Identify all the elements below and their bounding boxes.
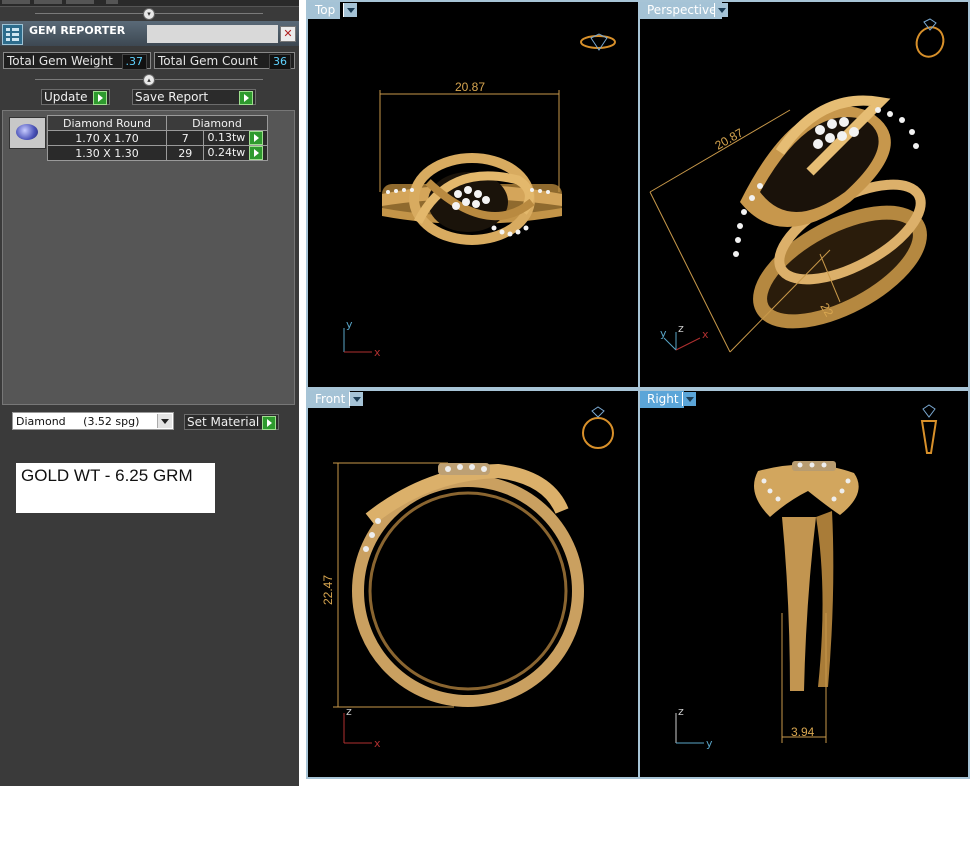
- play-icon: [239, 91, 253, 105]
- chevron-down-icon[interactable]: [714, 3, 728, 17]
- axis-z-label: z: [346, 705, 352, 718]
- panel-tab[interactable]: [66, 0, 94, 4]
- material-select[interactable]: Diamond (3.52 spg): [12, 412, 174, 430]
- total-gem-count-value: 36: [269, 54, 291, 70]
- gem-count-cell: 7: [165, 130, 205, 146]
- gem-weight-cell: 0.24tw: [207, 146, 246, 159]
- axis-y-label: y: [660, 327, 667, 340]
- save-report-label: Save Report: [135, 90, 209, 104]
- total-gem-weight-label: Total Gem Weight: [7, 54, 113, 68]
- viewport-label-front[interactable]: Front: [308, 391, 351, 408]
- column-header: Diamond Round: [47, 115, 167, 131]
- update-button[interactable]: Update: [41, 89, 110, 105]
- axis-z-label: z: [678, 705, 684, 718]
- ring-thumbnail-icon[interactable]: [912, 18, 948, 61]
- update-button-label: Update: [44, 90, 88, 104]
- set-material-button[interactable]: Set Material: [184, 414, 279, 430]
- chevron-down-icon[interactable]: [157, 414, 172, 428]
- axis-y-label: y: [706, 737, 713, 750]
- top-view-canvas: 20.87 y x: [343, 33, 616, 359]
- close-icon[interactable]: ✕: [280, 26, 296, 42]
- diamond-thumbnail[interactable]: [9, 117, 46, 149]
- ring-thumbnail-icon[interactable]: [582, 406, 614, 449]
- dimension-label: 3.94: [791, 725, 815, 739]
- collapse-knob[interactable]: ▾: [143, 8, 155, 20]
- gem-reporter-icon: [2, 24, 23, 45]
- gold-weight-note: GOLD WT - 6.25 GRM: [16, 463, 215, 513]
- dimension-label: 20.87: [713, 125, 746, 152]
- chevron-down-icon[interactable]: [343, 3, 357, 17]
- total-gem-weight-value: .37: [121, 54, 147, 70]
- gem-reporter-header: GEM REPORTER ✕: [0, 21, 299, 46]
- axis-triad: z x: [343, 705, 381, 750]
- gem-size-cell: 1.70 X 1.70: [47, 130, 167, 146]
- chevron-down-icon[interactable]: [349, 392, 363, 406]
- total-gem-count-field: Total Gem Count 36: [154, 52, 295, 70]
- gem-reporter-panel: ▾ GEM REPORTER ✕ Total Gem Weight .37 To…: [0, 0, 299, 786]
- ring-thumbnail-icon[interactable]: [920, 404, 938, 454]
- viewport-front[interactable]: 22.47 z x Front: [306, 389, 640, 779]
- panel-top-strip: [0, 0, 299, 7]
- viewport-area: 20.87 y x Top 20.87 22 y z x Perspective…: [299, 0, 971, 786]
- gem-list-panel: Diamond Round Diamond 1.70 X 1.70 7 0.13…: [2, 110, 295, 405]
- axis-triad: z y: [675, 705, 713, 750]
- viewport-top[interactable]: 20.87 y x Top: [306, 0, 640, 389]
- ring-render-front: [352, 463, 584, 707]
- ring-render-top: [382, 153, 562, 245]
- panel-tab[interactable]: [106, 0, 118, 4]
- ring-render-right: [754, 461, 859, 691]
- axis-z-label: z: [678, 322, 684, 335]
- axis-triad: y z x: [660, 322, 709, 351]
- play-icon[interactable]: [248, 146, 263, 160]
- diamond-icon: [16, 124, 38, 140]
- table-row[interactable]: 1.30 X 1.30 29 0.24tw: [47, 145, 268, 161]
- collapse-knob[interactable]: ▴: [143, 74, 155, 86]
- gem-weight-cell: 0.13tw: [207, 131, 246, 144]
- axis-y-label: y: [346, 318, 353, 331]
- right-view-canvas: 3.94 z y: [675, 404, 938, 750]
- gem-count-cell: 29: [165, 145, 205, 161]
- set-material-label: Set Material: [187, 415, 260, 429]
- play-icon: [262, 416, 276, 430]
- front-view-canvas: 22.47 z x: [321, 406, 614, 750]
- viewport-label-right[interactable]: Right: [640, 391, 684, 408]
- panel-title: GEM REPORTER: [29, 24, 126, 37]
- viewport-label-top[interactable]: Top: [308, 2, 341, 19]
- axis-x-label: x: [374, 346, 381, 359]
- axis-triad: y x: [343, 318, 381, 359]
- column-header: Diamond: [166, 115, 268, 131]
- play-icon[interactable]: [248, 131, 263, 145]
- axis-x-label: x: [374, 737, 381, 750]
- total-gem-weight-field: Total Gem Weight .37: [3, 52, 151, 70]
- total-gem-count-label: Total Gem Count: [158, 54, 258, 68]
- perspective-view-canvas: 20.87 22 y z x: [649, 18, 948, 353]
- chevron-down-icon[interactable]: [682, 392, 696, 406]
- table-row[interactable]: 1.70 X 1.70 7 0.13tw: [47, 130, 268, 146]
- save-report-button[interactable]: Save Report: [132, 89, 256, 105]
- table-header-row: Diamond Round Diamond: [47, 115, 268, 131]
- axis-x-label: x: [702, 328, 709, 341]
- dimension-label: 20.87: [455, 80, 485, 94]
- gold-weight-text: GOLD WT - 6.25 GRM: [21, 466, 193, 485]
- gem-size-cell: 1.30 X 1.30: [47, 145, 167, 161]
- panel-tab[interactable]: [34, 0, 62, 4]
- play-icon: [93, 91, 107, 105]
- dimension-label: 22.47: [321, 575, 335, 605]
- gem-table: Diamond Round Diamond 1.70 X 1.70 7 0.13…: [47, 115, 268, 161]
- ring-thumbnail-icon[interactable]: [580, 33, 616, 51]
- viewport-label-perspective[interactable]: Perspective: [640, 2, 722, 19]
- header-bar: [147, 25, 278, 43]
- panel-tab[interactable]: [2, 0, 30, 4]
- ring-render-perspective: [733, 95, 927, 329]
- viewport-perspective[interactable]: 20.87 22 y z x Perspective: [638, 0, 970, 389]
- material-select-value: Diamond (3.52 spg): [16, 415, 140, 428]
- viewport-right[interactable]: 3.94 z y Right: [638, 389, 970, 779]
